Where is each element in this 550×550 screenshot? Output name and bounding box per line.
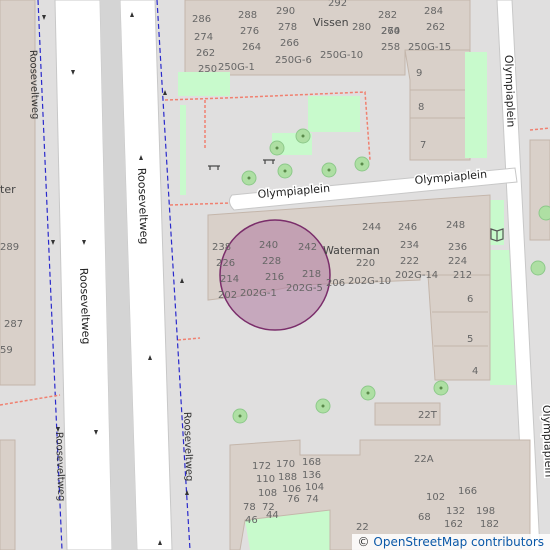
green-strip-2 bbox=[180, 105, 186, 195]
house-number: 248 bbox=[446, 220, 465, 231]
house-number: 242 bbox=[298, 242, 317, 253]
house-number: 9 bbox=[416, 68, 422, 79]
house-number: 236 bbox=[448, 242, 467, 253]
house-number: 202G-1 bbox=[240, 288, 277, 299]
tree bbox=[538, 205, 550, 221]
house-number: 218 bbox=[302, 269, 321, 280]
street-label-rooseveltweg-2: Rooseveltweg bbox=[77, 268, 93, 345]
house-number: 5 bbox=[467, 334, 473, 345]
house-number: 234 bbox=[400, 240, 419, 251]
attribution-link[interactable]: OpenStreetMap contributors bbox=[373, 535, 544, 549]
street-label-olympiaplein-3: Olympiaplein bbox=[502, 55, 518, 128]
building-vissen-east bbox=[404, 49, 471, 161]
map-view[interactable]: Olympiaplein Olympiaplein Olympiaplein R… bbox=[0, 0, 550, 550]
house-number: 292 bbox=[328, 0, 347, 9]
house-number: 46 bbox=[245, 515, 258, 526]
building-name-waterman: Waterman bbox=[323, 244, 380, 257]
house-number: 258 bbox=[381, 42, 400, 53]
house-number: 170 bbox=[276, 459, 295, 470]
house-number: 238 bbox=[212, 242, 231, 253]
house-number: 59 bbox=[0, 345, 13, 356]
building-name-vissen: Vissen bbox=[313, 16, 349, 29]
building-left-bottom bbox=[0, 439, 16, 550]
house-number: 282 bbox=[378, 10, 397, 21]
house-number: 110 bbox=[256, 474, 275, 485]
house-number: 290 bbox=[276, 6, 295, 17]
green-1 bbox=[178, 72, 230, 96]
house-number: 246 bbox=[398, 222, 417, 233]
house-number: 274 bbox=[194, 32, 213, 43]
house-number: 286 bbox=[192, 14, 211, 25]
house-number: 264 bbox=[242, 42, 261, 53]
house-number: 8 bbox=[418, 102, 424, 113]
house-number: 102 bbox=[426, 492, 445, 503]
house-number: 172 bbox=[252, 461, 271, 472]
house-number: 78 bbox=[243, 502, 256, 513]
house-number: 220 bbox=[356, 258, 375, 269]
house-number: 202G-5 bbox=[286, 283, 323, 294]
house-number: 289 bbox=[0, 242, 19, 253]
house-number: 22T bbox=[418, 410, 438, 421]
house-number: 4 bbox=[472, 366, 478, 377]
street-label-rooseveltweg-1: Rooseveltweg bbox=[135, 168, 151, 245]
house-number: 284 bbox=[424, 6, 443, 17]
house-number: 270 bbox=[381, 26, 400, 37]
house-number: 188 bbox=[278, 472, 297, 483]
house-number: 198 bbox=[476, 506, 495, 517]
house-number: 222 bbox=[400, 256, 419, 267]
map-attribution[interactable]: © OpenStreetMap contributors bbox=[351, 534, 550, 550]
tree bbox=[530, 260, 546, 276]
house-number: 278 bbox=[278, 22, 297, 33]
house-number: 162 bbox=[444, 519, 463, 530]
building-waterman-east bbox=[427, 274, 491, 381]
house-number: 216 bbox=[265, 272, 284, 283]
house-number: 6 bbox=[467, 294, 473, 305]
house-number: 226 bbox=[216, 258, 235, 269]
house-number: 168 bbox=[302, 457, 321, 468]
house-number: 250G-10 bbox=[320, 50, 363, 61]
house-number: 224 bbox=[448, 256, 467, 267]
house-number: 136 bbox=[302, 470, 321, 481]
house-number: 166 bbox=[458, 486, 477, 497]
house-number: 132 bbox=[446, 506, 465, 517]
house-number: 280 bbox=[352, 22, 371, 33]
building-right-top bbox=[529, 139, 550, 241]
green-2 bbox=[308, 96, 360, 132]
house-number: 22A bbox=[414, 454, 434, 465]
house-number: 250 bbox=[198, 64, 217, 75]
house-number: 202 bbox=[218, 290, 237, 301]
copyright-symbol: © bbox=[357, 535, 370, 549]
house-number: 288 bbox=[238, 10, 257, 21]
house-number: 202G-10 bbox=[348, 276, 391, 287]
map-canvas: Olympiaplein Olympiaplein Olympiaplein R… bbox=[0, 0, 550, 550]
house-number: 250G-1 bbox=[218, 62, 255, 73]
house-number: 287 bbox=[4, 319, 23, 330]
green-strip-1 bbox=[465, 52, 487, 158]
house-number: 202G-14 bbox=[395, 270, 438, 281]
house-number: 240 bbox=[259, 240, 278, 251]
house-number: 262 bbox=[196, 48, 215, 59]
house-number: 228 bbox=[262, 256, 281, 267]
house-number: 76 bbox=[287, 494, 300, 505]
house-number: 206 bbox=[326, 278, 345, 289]
house-number: 250G-6 bbox=[275, 55, 312, 66]
house-number: 7 bbox=[420, 140, 426, 151]
house-number: 266 bbox=[280, 38, 299, 49]
house-number: 244 bbox=[362, 222, 381, 233]
house-number: 68 bbox=[418, 512, 431, 523]
house-number: 214 bbox=[220, 274, 239, 285]
house-number: 104 bbox=[305, 482, 324, 493]
house-number: 250G-15 bbox=[408, 42, 451, 53]
building-name-left: ter bbox=[0, 183, 16, 196]
house-number: 262 bbox=[426, 22, 445, 33]
house-number: 108 bbox=[258, 488, 277, 499]
house-number: 182 bbox=[480, 519, 499, 530]
house-number: 44 bbox=[266, 510, 279, 521]
house-number: 276 bbox=[240, 26, 259, 37]
house-number: 212 bbox=[453, 270, 472, 281]
house-number: 22 bbox=[356, 522, 369, 533]
house-number: 74 bbox=[306, 494, 319, 505]
